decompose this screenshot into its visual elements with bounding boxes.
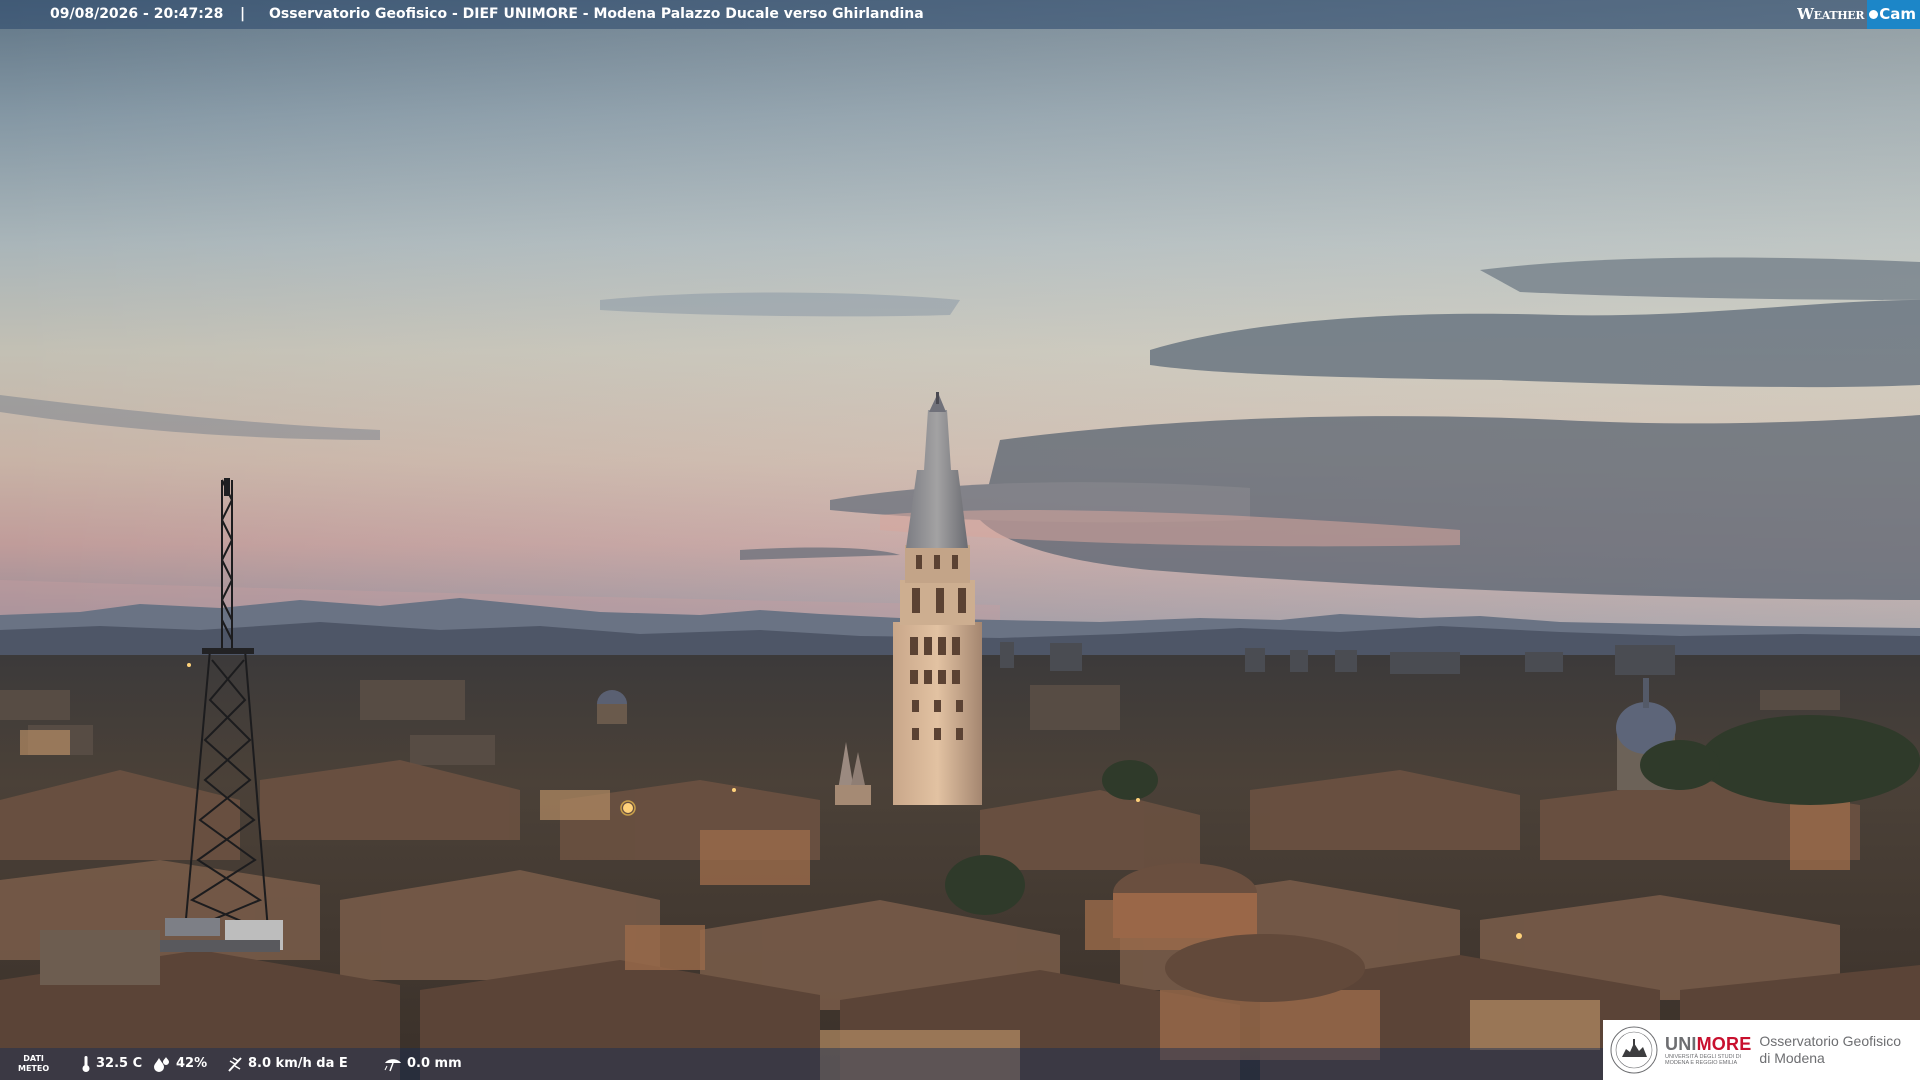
unimore-wordmark: UNIMORE UNIVERSITÀ DEGLI STUDI DI MODENA… [1665,1025,1751,1075]
temperature-value: 32.5 C [96,1056,143,1071]
unimore-name-uni: UNI [1665,1033,1697,1054]
camera-title: Osservatorio Geofisico - DIEF UNIMORE - … [269,6,924,22]
wind-value: 8.0 km/h da E [248,1056,348,1071]
rain-readout: 0.0 mm [383,1055,462,1073]
weathercam-logo-weather: Weather [1797,5,1865,23]
unimore-subtitle: UNIVERSITÀ DEGLI STUDI DI MODENA E REGGI… [1665,1054,1745,1067]
humidity-readout: 42% [152,1055,207,1073]
weather-data-label: DATI METEO [18,1054,49,1074]
humidity-value: 42% [176,1056,208,1071]
caption-separator: | [240,6,246,22]
wind-direction-icon [228,1057,242,1072]
weathercam-logo-cam-text: Cam [1879,5,1916,23]
weathercam-logo: Weather Cam [1797,0,1920,29]
rain-gauge-icon [384,1059,401,1072]
observatory-name-line2: di Modena [1759,1050,1825,1066]
rain-value: 0.0 mm [407,1056,462,1071]
unimore-subtitle-line2: MODENA E REGGIO EMILIA [1665,1060,1738,1066]
temperature-readout: 32.5 C [80,1055,142,1073]
weathercam-logo-cam: Cam [1867,0,1920,29]
caption-bar: 09/08/2026 - 20:47:28 | Osservatorio Geo… [0,0,1920,29]
timestamp: 09/08/2026 - 20:47:28 [50,6,224,22]
weather-data-label-line1: DATI [23,1054,44,1063]
weathercam-dot-icon [1869,10,1879,19]
wind-readout: 8.0 km/h da E [226,1055,348,1073]
unimore-logo-box: UNIMORE UNIVERSITÀ DEGLI STUDI DI MODENA… [1603,1020,1920,1080]
observatory-name: Osservatorio Geofisico di Modena [1759,1033,1901,1067]
thermometer-icon [82,1056,90,1072]
unimore-seal-icon [1610,1026,1658,1074]
droplets-icon [154,1057,169,1072]
weather-data-label-line2: METEO [18,1064,50,1073]
unimore-name-more: MORE [1696,1033,1752,1054]
webcam-image [0,0,1920,1080]
unimore-name: UNIMORE [1665,1034,1751,1054]
observatory-name-line1: Osservatorio Geofisico [1759,1033,1902,1049]
webcam-frame: 09/08/2026 - 20:47:28 | Osservatorio Geo… [0,0,1920,1080]
